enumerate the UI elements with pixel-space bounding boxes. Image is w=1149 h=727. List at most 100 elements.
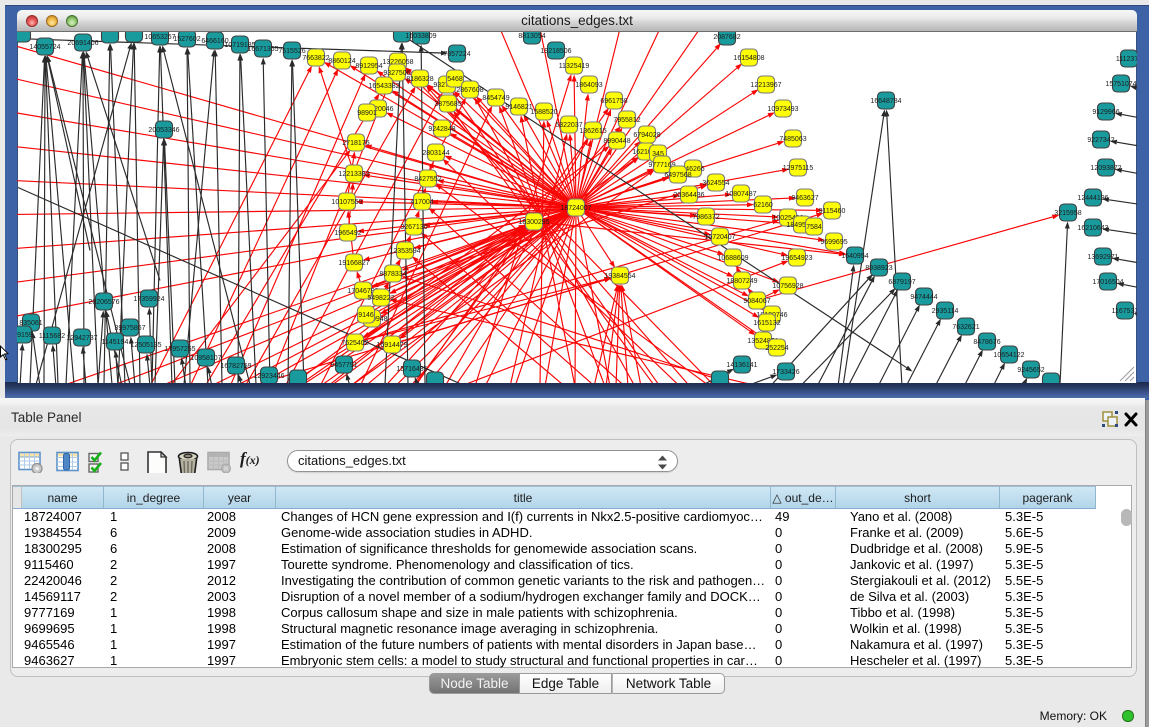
svg-text:10973493: 10973493: [767, 106, 798, 113]
svg-text:9115460: 9115460: [819, 208, 846, 215]
svg-text:20206576: 20206576: [88, 299, 119, 306]
svg-text:19218506: 19218506: [540, 48, 571, 55]
svg-text:8860124: 8860124: [328, 58, 355, 65]
svg-text:20691406: 20691406: [67, 40, 98, 47]
svg-text:17957255: 17957255: [164, 346, 195, 353]
svg-text:9242848: 9242848: [428, 126, 455, 133]
svg-text:9129966: 9129966: [1092, 109, 1119, 116]
svg-text:98901: 98901: [357, 110, 377, 117]
svg-text:15720407: 15720407: [704, 234, 735, 241]
svg-text:1588520: 1588520: [530, 109, 557, 116]
svg-text:8427552: 8427552: [414, 176, 441, 183]
svg-text:19384554: 19384554: [604, 273, 635, 280]
svg-text:417004: 417004: [410, 199, 433, 206]
svg-text:1167533: 1167533: [1112, 308, 1137, 315]
svg-text:7515526: 7515526: [278, 48, 305, 55]
svg-text:6961758: 6961758: [600, 98, 627, 105]
svg-text:10107559: 10107559: [331, 199, 362, 206]
svg-text:10958107: 10958107: [190, 355, 221, 362]
svg-text:20053346: 20053346: [148, 127, 179, 134]
svg-text:12923446: 12923446: [253, 373, 284, 380]
svg-text:9463627: 9463627: [791, 195, 818, 202]
svg-text:1640954: 1640954: [841, 253, 868, 260]
svg-text:10654122: 10654122: [993, 352, 1024, 359]
svg-text:3875685: 3875685: [434, 101, 461, 108]
svg-text:9245652: 9245652: [1017, 367, 1044, 374]
svg-text:6497568: 6497568: [664, 172, 691, 179]
svg-text:8478676: 8478676: [973, 339, 1000, 346]
svg-text:16033809: 16033809: [405, 33, 436, 40]
svg-text:12942737: 12942737: [66, 335, 97, 342]
svg-text:2803144: 2803144: [422, 150, 449, 157]
svg-text:5498222: 5498222: [367, 295, 394, 302]
svg-text:8990448: 8990448: [603, 138, 630, 145]
svg-text:7625402: 7625402: [341, 340, 368, 347]
svg-text:7663822: 7663822: [302, 55, 329, 62]
svg-text:2087682: 2087682: [713, 34, 740, 41]
svg-text:16543382: 16543382: [368, 83, 399, 90]
svg-text:7584: 7584: [806, 224, 822, 231]
svg-text:8878334: 8878334: [379, 271, 406, 278]
svg-text:18807249: 18807249: [726, 278, 757, 285]
svg-text:13692971: 13692971: [1087, 254, 1118, 261]
svg-text:14055724: 14055724: [29, 44, 60, 51]
svg-text:1864093: 1864093: [575, 82, 602, 89]
svg-text:10653267: 10653267: [144, 34, 175, 41]
svg-text:8938923: 8938923: [865, 265, 892, 272]
svg-text:5468: 5468: [447, 76, 463, 83]
svg-text:2867608: 2867608: [456, 87, 483, 94]
svg-text:7632621: 7632621: [952, 324, 979, 331]
svg-text:10688609: 10688609: [717, 255, 748, 262]
svg-text:9146821: 9146821: [505, 104, 532, 111]
svg-text:8454749: 8454749: [482, 95, 509, 102]
svg-text:1362615: 1362615: [579, 128, 606, 135]
svg-text:14136141: 14136141: [726, 362, 757, 369]
svg-text:16914479: 16914479: [376, 342, 407, 349]
svg-text:39159: 39159: [17, 332, 33, 339]
svg-text:9457791: 9457791: [330, 362, 357, 369]
svg-text:2935114: 2935114: [932, 308, 959, 315]
svg-text:19654923: 19654923: [781, 255, 812, 262]
svg-text:7986372: 7986372: [692, 214, 719, 221]
svg-text:9699695: 9699695: [820, 239, 847, 246]
svg-text:1112374: 1112374: [1116, 56, 1137, 63]
svg-text:9474444: 9474444: [910, 294, 937, 301]
svg-text:9227342: 9227342: [1087, 137, 1114, 144]
svg-text:16671355: 16671355: [247, 46, 278, 53]
svg-text:39975867: 39975867: [114, 325, 145, 332]
svg-text:12213967: 12213967: [750, 82, 781, 89]
svg-text:3267130: 3267130: [400, 224, 427, 231]
svg-text:10756928: 10756928: [772, 283, 803, 290]
svg-text:17359924: 17359924: [133, 296, 164, 303]
svg-text:2718176: 2718176: [342, 140, 369, 147]
svg-text:11325419: 11325419: [559, 63, 590, 70]
svg-text:12444196: 12444196: [1077, 195, 1108, 202]
svg-text:7357224: 7357224: [443, 51, 470, 58]
svg-text:7955812: 7955812: [613, 117, 640, 124]
svg-text:252254: 252254: [765, 345, 788, 352]
svg-text:6794028: 6794028: [633, 132, 660, 139]
svg-text:1145194: 1145194: [102, 339, 129, 346]
svg-text:18724007: 18724007: [560, 205, 591, 212]
svg-text:1527602: 1527602: [173, 36, 200, 43]
svg-text:12353594: 12353594: [389, 248, 420, 255]
svg-text:1115682: 1115682: [39, 333, 65, 340]
svg-text:8912954: 8912954: [355, 63, 382, 70]
svg-text:17016504: 17016504: [1092, 279, 1123, 286]
svg-text:1615132: 1615132: [753, 320, 780, 327]
svg-text:18300295: 18300295: [518, 219, 549, 226]
svg-text:8186328: 8186328: [406, 76, 433, 83]
svg-text:16210643: 16210643: [1077, 225, 1108, 232]
svg-text:9146: 9146: [358, 312, 374, 319]
svg-text:16154808: 16154808: [733, 55, 764, 62]
svg-text:20364436: 20364436: [673, 192, 704, 199]
svg-text:12213383: 12213383: [338, 171, 369, 178]
svg-text:9084067: 9084067: [743, 298, 770, 305]
svg-text:1965492: 1965492: [334, 230, 361, 237]
svg-text:3215958: 3215958: [1054, 210, 1081, 217]
svg-text:16782759: 16782759: [220, 363, 251, 370]
svg-text:8813054: 8813054: [518, 33, 545, 40]
svg-text:7485063: 7485063: [779, 136, 806, 143]
svg-text:3624554: 3624554: [702, 180, 729, 187]
svg-text:16648784: 16648784: [870, 98, 901, 105]
